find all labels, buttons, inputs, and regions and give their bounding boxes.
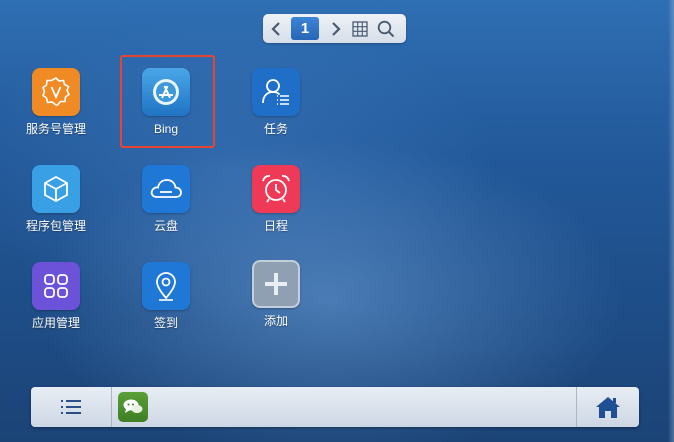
home-button[interactable]	[576, 387, 639, 427]
app-schedule[interactable]: 日程	[226, 165, 326, 233]
chat-button[interactable]	[118, 392, 148, 422]
current-page-indicator[interactable]: 1	[291, 17, 319, 40]
next-page-button[interactable]	[325, 14, 347, 43]
app-store-icon	[142, 68, 190, 116]
app-label: 程序包管理	[25, 219, 86, 233]
app-label: 日程	[263, 219, 288, 233]
app-label: 云盘	[153, 219, 178, 233]
app-application-manager[interactable]: 应用管理	[6, 262, 106, 330]
app-tasks[interactable]: 任务	[226, 68, 326, 136]
chevron-left-icon	[271, 21, 280, 36]
prev-page-button[interactable]	[265, 14, 287, 43]
search-icon	[377, 20, 395, 37]
badge-v-icon	[32, 68, 80, 116]
app-label: Bing	[153, 122, 179, 136]
location-pin-icon	[142, 262, 190, 310]
screen-edge	[668, 0, 674, 442]
app-label: 签到	[153, 316, 178, 330]
grid-icon	[352, 20, 368, 37]
chevron-right-icon	[332, 21, 341, 36]
app-label: 任务	[263, 122, 288, 136]
chat-bubble-icon	[123, 399, 143, 413]
user-list-icon	[252, 68, 300, 116]
bottom-dock	[31, 387, 639, 427]
home-icon	[595, 397, 620, 418]
app-grid-icon	[32, 262, 80, 310]
menu-button[interactable]	[31, 387, 111, 427]
grid-view-button[interactable]	[349, 14, 371, 43]
app-label: 应用管理	[31, 316, 80, 330]
app-cloud-drive[interactable]: 云盘	[116, 165, 216, 233]
dock-separator	[111, 387, 112, 427]
add-app-button[interactable]: 添加	[226, 260, 326, 328]
cloud-icon	[142, 165, 190, 213]
alarm-clock-icon	[252, 165, 300, 213]
cube-icon	[32, 165, 80, 213]
list-menu-icon	[61, 400, 81, 414]
app-check-in[interactable]: 签到	[116, 262, 216, 330]
app-label: 服务号管理	[25, 122, 86, 136]
app-label: 添加	[263, 314, 288, 328]
plus-icon	[252, 260, 300, 308]
app-package-manager[interactable]: 程序包管理	[6, 165, 106, 233]
search-button[interactable]	[374, 14, 398, 43]
app-bing[interactable]: Bing	[116, 68, 216, 136]
app-service-account[interactable]: 服务号管理	[6, 68, 106, 136]
page-navigator: 1	[263, 14, 406, 43]
